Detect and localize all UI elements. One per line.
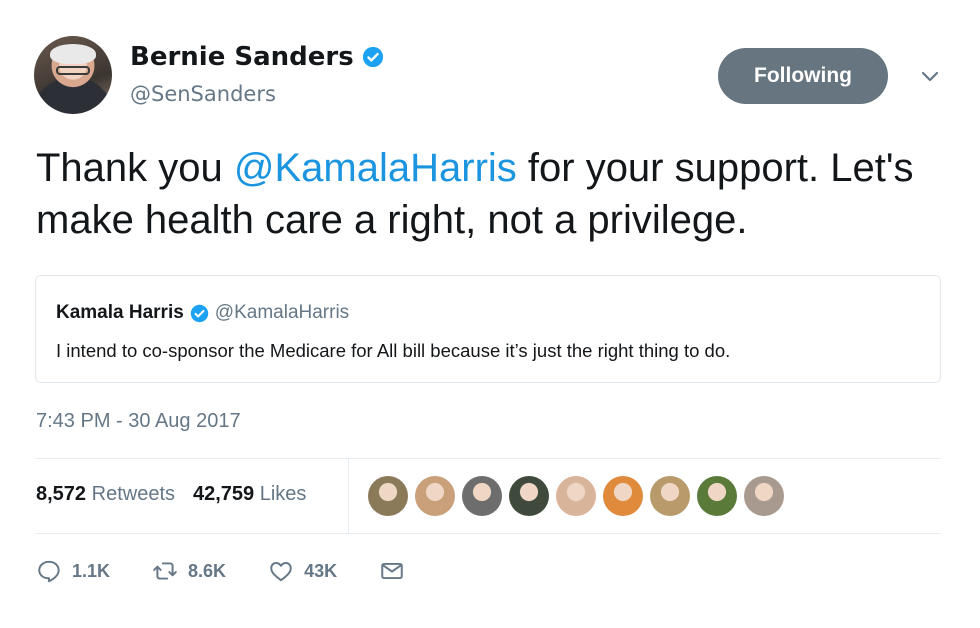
divider [35,533,941,534]
tweet-timestamp[interactable]: 7:43 PM - 30 Aug 2017 [36,410,241,433]
quoted-tweet-text: I intend to co-sponsor the Medicare for … [56,340,731,361]
retweet-icon [153,562,177,580]
avatar-glasses [56,66,90,75]
direct-message-button[interactable] [379,558,405,584]
verified-badge-icon [190,304,209,322]
liker-avatar[interactable] [462,476,502,516]
quoted-tweet[interactable]: Kamala Harris @KamalaHarris I intend to … [35,275,941,383]
divider [348,459,349,533]
reply-count: 1.1K [72,560,111,581]
quoted-author-handle: @KamalaHarris [214,302,350,323]
retweets-label: Retweets [91,483,175,505]
avatar-hair [50,44,96,64]
like-count: 43K [304,560,338,581]
likes-stat[interactable]: 42,759 Likes [193,483,306,506]
tweet-text-part-1: Thank you [36,146,234,190]
reply-button[interactable]: 1.1K [36,558,110,584]
liker-avatars [368,476,784,516]
retweets-count: 8,572 [36,483,87,505]
mention-link[interactable]: @KamalaHarris [234,146,517,190]
likes-label: Likes [259,483,307,505]
liker-avatar[interactable] [697,476,737,516]
verified-badge-icon [362,46,383,68]
retweets-stat[interactable]: 8,572 Retweets [36,483,175,506]
tweet-actions: 1.1K 8.6K 43K [36,558,447,584]
like-button[interactable]: 43K [268,558,337,584]
quoted-author-name: Kamala Harris [56,302,184,323]
likes-count: 42,759 [193,483,255,505]
liker-avatar[interactable] [603,476,643,516]
tweet-text: Thank you @KamalaHarris for your support… [36,142,956,246]
retweet-count: 8.6K [188,560,227,581]
author-name-row[interactable]: Bernie Sanders [130,42,384,72]
following-button[interactable]: Following [718,48,888,104]
author-name[interactable]: Bernie Sanders [130,42,354,72]
liker-avatar[interactable] [744,476,784,516]
reply-icon [38,560,60,583]
tweet-stats: 8,572 Retweets 42,759 Likes [36,483,306,506]
liker-avatar[interactable] [650,476,690,516]
author-avatar[interactable] [34,36,112,114]
chevron-down-icon[interactable] [918,64,942,88]
liker-avatar[interactable] [415,476,455,516]
divider [35,458,941,459]
liker-avatar[interactable] [556,476,596,516]
envelope-icon [381,562,403,580]
quoted-tweet-header: Kamala Harris @KamalaHarris [56,302,349,324]
liker-avatar[interactable] [509,476,549,516]
liker-avatar[interactable] [368,476,408,516]
heart-icon [270,562,292,582]
retweet-button[interactable]: 8.6K [152,558,226,584]
author-handle[interactable]: @SenSanders [130,82,276,106]
